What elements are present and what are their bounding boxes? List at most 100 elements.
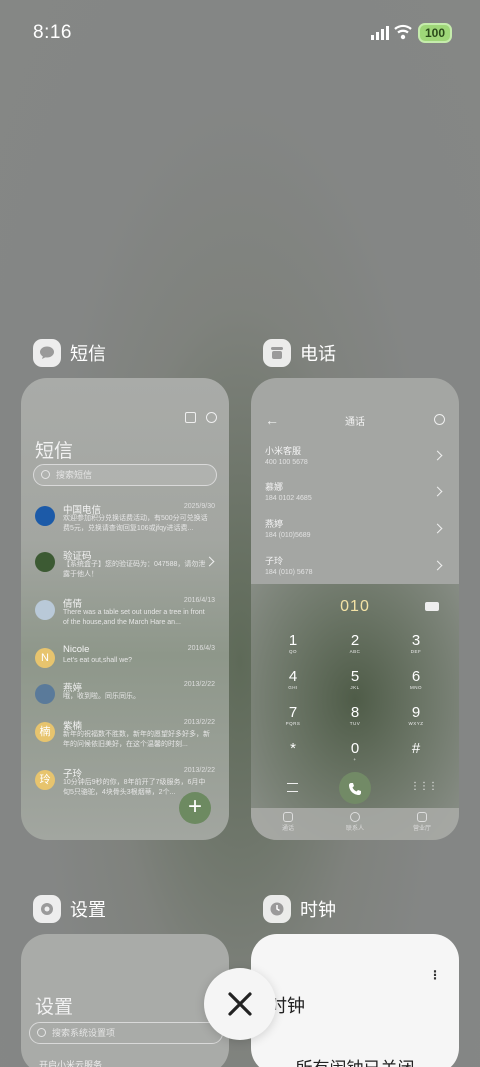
key-letters: DEF bbox=[410, 649, 422, 654]
app-header-settings[interactable]: 设置 bbox=[33, 895, 106, 923]
contact-row[interactable]: 子玲 184 (010) 5678 bbox=[265, 554, 445, 582]
contact-number: 184 (010)5689 bbox=[265, 532, 311, 539]
search-input[interactable]: 搜索短信 bbox=[33, 464, 217, 486]
contact-row[interactable]: 小米客服 400 100 5678 bbox=[265, 444, 445, 472]
settings-row[interactable]: 开启小米云服务 bbox=[39, 1058, 102, 1067]
message-preview: There was a table set out under a tree i… bbox=[63, 609, 205, 626]
backspace-icon[interactable] bbox=[425, 602, 439, 611]
message-preview: 新年的祝福数不胜数，新年的愿望好多好多，新年的问候依旧美好，在这个温馨的时刻..… bbox=[63, 731, 210, 748]
avatar bbox=[35, 684, 55, 704]
key-letters: + bbox=[353, 757, 357, 762]
clear-all-button[interactable] bbox=[204, 968, 276, 1040]
key-letters: JKL bbox=[350, 685, 360, 690]
key-digit: 5 bbox=[350, 668, 360, 685]
wifi-icon bbox=[394, 24, 412, 40]
key-letters: MNO bbox=[410, 685, 422, 690]
menu-icon[interactable] bbox=[287, 783, 298, 792]
key-digit: # bbox=[411, 740, 421, 757]
dial-key-star[interactable]: * bbox=[273, 740, 313, 757]
key-digit: 0 bbox=[350, 740, 360, 757]
page-title: 通话 bbox=[345, 417, 365, 428]
contact-number: 400 100 5678 bbox=[265, 459, 308, 466]
key-digit: 8 bbox=[350, 704, 360, 721]
contact-name: 子玲 bbox=[265, 556, 284, 566]
contact-row[interactable]: 燕婷 184 (010)5689 bbox=[265, 517, 445, 545]
key-letters: QO bbox=[288, 649, 297, 654]
new-message-button[interactable]: + bbox=[179, 792, 211, 824]
tab-service[interactable]: 营业厅 bbox=[407, 812, 437, 832]
status-time: 8:16 bbox=[33, 22, 72, 43]
message-icon bbox=[33, 339, 61, 367]
app-name: 短信 bbox=[70, 344, 106, 364]
contact-name: 慕娜 bbox=[265, 482, 284, 492]
dialpad: 010 1 QO 2 ABC 3 DEF 4 GHI 5 JKL 6 MNO 7 PQRS 8… bbox=[251, 584, 459, 840]
gear-icon[interactable] bbox=[434, 414, 445, 425]
list-item[interactable]: 燕婷 2013/2/22 哦，收到啦。同乐同乐。 bbox=[35, 680, 219, 716]
dial-key-9[interactable]: 9 WXYZ bbox=[396, 704, 436, 726]
recent-card-phone[interactable]: ← 通话 小米客服 400 100 5678 慕娜 184 0102 4685 … bbox=[251, 378, 459, 840]
dial-key-hash[interactable]: # bbox=[396, 740, 436, 757]
list-item[interactable]: 楠 紫楠 2013/2/22 新年的祝福数不胜数，新年的愿望好多好多，新年的问候… bbox=[35, 718, 219, 754]
contact-number: 184 0102 4685 bbox=[265, 495, 312, 502]
message-preview: 哦，收到啦。同乐同乐。 bbox=[63, 693, 140, 700]
app-header-sms[interactable]: 短信 bbox=[33, 339, 106, 367]
dial-key-7[interactable]: 7 PQRS bbox=[273, 704, 313, 726]
app-name: 时钟 bbox=[300, 900, 336, 920]
tab-calls[interactable]: 通话 bbox=[273, 812, 303, 832]
clock-icon bbox=[263, 895, 291, 923]
person-icon bbox=[350, 812, 360, 822]
key-digit: 6 bbox=[411, 668, 421, 685]
recent-card-clock[interactable]: ⋮ 时钟 所有闹钟已关闭 bbox=[251, 934, 459, 1067]
contact-row[interactable]: 慕娜 184 0102 4685 bbox=[265, 480, 445, 508]
edit-check-icon[interactable] bbox=[185, 412, 196, 423]
contact-name: 燕婷 bbox=[265, 519, 284, 529]
message-preview: Let's eat out,shall we? bbox=[63, 657, 133, 664]
list-item[interactable]: N Nicole 2016/4/3 Let's eat out,shall we… bbox=[35, 644, 219, 680]
key-digit: 3 bbox=[411, 632, 421, 649]
phone-call-icon bbox=[349, 783, 361, 796]
recent-card-sms[interactable]: 短信 搜索短信 中国电信 2025/9/30 欢迎参加积分兑换话费活动，有500… bbox=[21, 378, 229, 840]
dial-key-5[interactable]: 5 JKL bbox=[335, 668, 375, 690]
dial-key-4[interactable]: 4 GHI bbox=[273, 668, 313, 690]
sender-name: Nicole bbox=[63, 644, 90, 655]
message-date: 2016/4/3 bbox=[187, 645, 215, 652]
dial-key-6[interactable]: 6 MNO bbox=[396, 668, 436, 690]
dial-key-0[interactable]: 0 + bbox=[335, 740, 375, 762]
search-input[interactable]: 搜索系统设置项 bbox=[29, 1022, 223, 1044]
key-digit: 2 bbox=[350, 632, 360, 649]
message-date: 2013/2/22 bbox=[183, 719, 215, 726]
contact-name: 小米客服 bbox=[265, 446, 302, 456]
key-digit: 4 bbox=[288, 668, 298, 685]
list-item[interactable]: 验证码 【系统盒子】您的验证码为：047588，请勿泄露于他人！ bbox=[35, 548, 219, 584]
dial-key-1[interactable]: 1 QO bbox=[273, 632, 313, 654]
app-header-clock[interactable]: 时钟 bbox=[263, 895, 336, 923]
page-title: 短信 bbox=[35, 441, 74, 462]
search-icon bbox=[41, 470, 50, 479]
key-letters: GHI bbox=[288, 685, 298, 690]
key-letters: PQRS bbox=[285, 721, 301, 726]
dial-key-3[interactable]: 3 DEF bbox=[396, 632, 436, 654]
message-date: 2016/4/13 bbox=[183, 597, 215, 604]
more-options-icon[interactable]: ⋮ bbox=[429, 968, 441, 982]
settings-icon bbox=[33, 895, 61, 923]
list-item[interactable]: 倩倩 2016/4/13 There was a table set out u… bbox=[35, 596, 219, 632]
dial-key-2[interactable]: 2 ABC bbox=[335, 632, 375, 654]
tab-contacts[interactable]: 联系人 bbox=[340, 812, 370, 832]
gear-icon[interactable] bbox=[206, 412, 217, 423]
telephone-icon bbox=[263, 339, 291, 367]
key-digit: 7 bbox=[288, 704, 298, 721]
list-item[interactable]: 中国电信 2025/9/30 欢迎参加积分兑换话费活动，有500分可兑换话费5元… bbox=[35, 502, 219, 538]
call-button[interactable] bbox=[339, 772, 371, 804]
dialpad-grid-icon[interactable]: ⋮⋮⋮ bbox=[410, 781, 438, 792]
avatar bbox=[35, 552, 55, 572]
page-title: 设置 bbox=[35, 997, 74, 1018]
app-header-phone[interactable]: 电话 bbox=[263, 339, 336, 367]
app-name: 电话 bbox=[300, 344, 336, 364]
key-letters: TUV bbox=[349, 721, 361, 726]
key-digit: 1 bbox=[288, 632, 298, 649]
recent-card-settings[interactable]: 设置 搜索系统设置项 开启小米云服务 bbox=[21, 934, 229, 1067]
contact-number: 184 (010) 5678 bbox=[265, 569, 313, 576]
dial-key-8[interactable]: 8 TUV bbox=[335, 704, 375, 726]
tab-label: 通话 bbox=[281, 826, 294, 832]
avatar: 楠 bbox=[35, 722, 55, 742]
